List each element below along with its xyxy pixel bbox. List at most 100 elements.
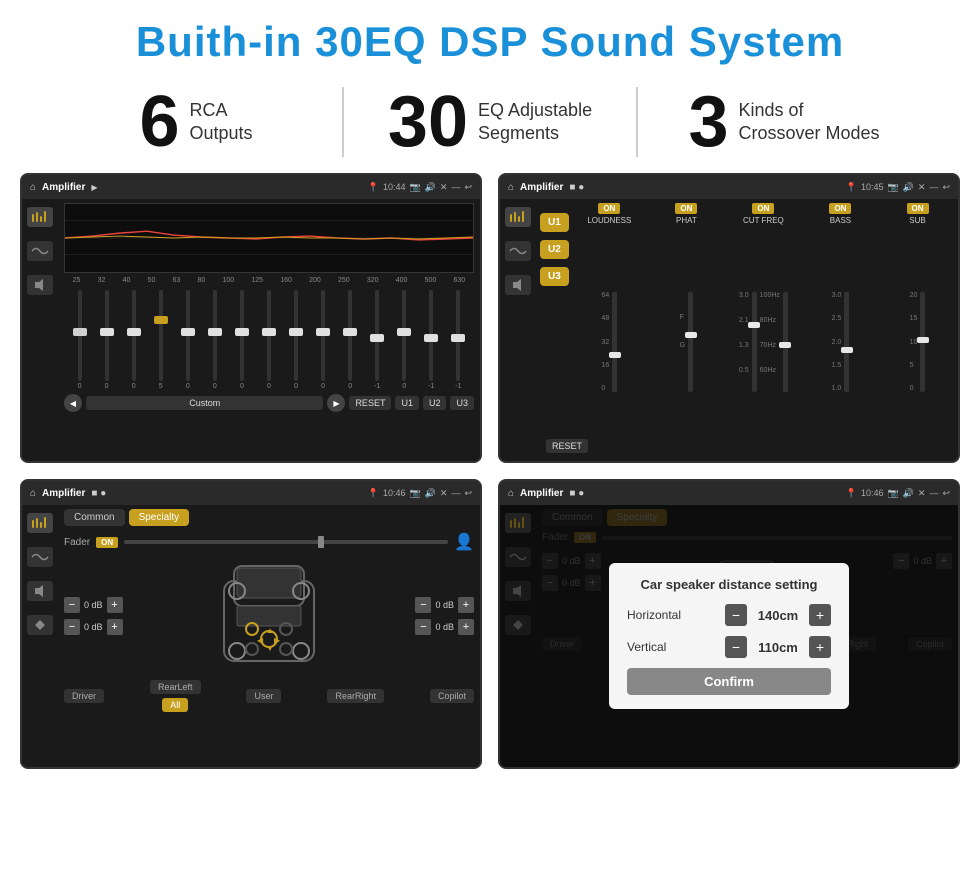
side-speaker-icon-2[interactable] bbox=[505, 275, 531, 295]
eq-slider-1[interactable]: 0 bbox=[95, 290, 118, 390]
side-speaker-icon-3[interactable] bbox=[27, 581, 53, 601]
vertical-plus[interactable]: + bbox=[809, 636, 831, 658]
back-icon-4[interactable]: ↩ bbox=[942, 488, 950, 499]
home-icon-3[interactable]: ⌂ bbox=[30, 488, 36, 499]
eq-slider-0[interactable]: 0 bbox=[68, 290, 91, 390]
tabs-row-3: Common Specialty bbox=[64, 509, 474, 526]
vol-icon-3[interactable]: 🔊 bbox=[425, 488, 436, 499]
side-wave-icon-2[interactable] bbox=[505, 241, 531, 261]
play-icon-1[interactable]: ▶ bbox=[91, 183, 97, 192]
close-icon-4[interactable]: ✕ bbox=[918, 488, 926, 499]
vol-icon-1[interactable]: 🔊 bbox=[425, 182, 436, 193]
min-icon-4[interactable]: — bbox=[929, 488, 938, 498]
eq-slider-13[interactable]: -1 bbox=[420, 290, 443, 390]
close-icon-2[interactable]: ✕ bbox=[918, 182, 926, 193]
next-btn[interactable]: ▶ bbox=[327, 394, 345, 412]
slider-freq1[interactable] bbox=[752, 292, 757, 392]
slider-loudness[interactable] bbox=[612, 292, 617, 392]
screen-crossover: ⌂ Amplifier ■ ● 📍 10:45 📷 🔊 ✕ — ↩ bbox=[498, 173, 960, 463]
vol-icon-2[interactable]: 🔊 bbox=[903, 182, 914, 193]
side-icons-2 bbox=[500, 199, 536, 461]
db-val-fl: 0 dB bbox=[84, 600, 103, 610]
side-eq-icon-3[interactable] bbox=[27, 513, 53, 533]
speaker-controls-left: − 0 dB + − 0 dB + bbox=[64, 597, 123, 635]
side-wave-icon[interactable] bbox=[27, 241, 53, 261]
eq-slider-4[interactable]: 0 bbox=[176, 290, 199, 390]
horizontal-minus[interactable]: − bbox=[725, 604, 747, 626]
vol-icon-4[interactable]: 🔊 bbox=[903, 488, 914, 499]
min-icon-3[interactable]: — bbox=[451, 488, 460, 498]
slider-bass[interactable] bbox=[844, 292, 849, 392]
user-btn[interactable]: User bbox=[246, 689, 281, 703]
copilot-btn[interactable]: Copilot bbox=[430, 689, 474, 703]
on-badge-sub[interactable]: ON bbox=[907, 203, 929, 214]
on-badge-bass[interactable]: ON bbox=[829, 203, 851, 214]
all-btn[interactable]: All bbox=[162, 698, 188, 712]
back-icon-3[interactable]: ↩ bbox=[464, 488, 472, 499]
prev-btn[interactable]: ◀ bbox=[64, 394, 82, 412]
on-badge-phat[interactable]: ON bbox=[675, 203, 697, 214]
home-icon-4[interactable]: ⌂ bbox=[508, 488, 514, 499]
back-icon-2[interactable]: ↩ bbox=[942, 182, 950, 193]
eq-slider-2[interactable]: 0 bbox=[122, 290, 145, 390]
eq-sliders: 0 0 0 5 0 0 0 0 0 0 0 -1 0 -1 -1 bbox=[64, 290, 474, 390]
reset-btn-2[interactable]: RESET bbox=[546, 439, 588, 453]
db-minus-fl[interactable]: − bbox=[64, 597, 80, 613]
home-icon-1[interactable]: ⌂ bbox=[30, 182, 36, 193]
eq-slider-3[interactable]: 5 bbox=[149, 290, 172, 390]
confirm-button[interactable]: Confirm bbox=[627, 668, 831, 695]
speaker-layout: − 0 dB + − 0 dB + bbox=[64, 556, 474, 676]
u1-btn-1[interactable]: U1 bbox=[395, 396, 419, 410]
on-badge-cutfreq[interactable]: ON bbox=[752, 203, 774, 214]
rearleft-btn[interactable]: RearLeft bbox=[150, 680, 201, 694]
side-eq-icon-2[interactable] bbox=[505, 207, 531, 227]
tab-common-3[interactable]: Common bbox=[64, 509, 125, 526]
slider-sub[interactable] bbox=[920, 292, 925, 392]
u3-btn-1[interactable]: U3 bbox=[450, 396, 474, 410]
home-icon-2[interactable]: ⌂ bbox=[508, 182, 514, 193]
eq-slider-12[interactable]: 0 bbox=[393, 290, 416, 390]
fader-on-badge[interactable]: ON bbox=[96, 537, 118, 548]
eq-slider-6[interactable]: 0 bbox=[230, 290, 253, 390]
vertical-minus[interactable]: − bbox=[725, 636, 747, 658]
side-speaker-icon[interactable] bbox=[27, 275, 53, 295]
db-plus-fl[interactable]: + bbox=[107, 597, 123, 613]
stat-crossover-number: 3 bbox=[688, 86, 728, 158]
driver-btn[interactable]: Driver bbox=[64, 689, 104, 703]
eq-slider-14[interactable]: -1 bbox=[447, 290, 470, 390]
back-icon-1[interactable]: ↩ bbox=[464, 182, 472, 193]
db-minus-fr[interactable]: − bbox=[415, 597, 431, 613]
eq-slider-10[interactable]: 0 bbox=[339, 290, 362, 390]
u2-preset[interactable]: U2 bbox=[540, 240, 569, 259]
close-icon-1[interactable]: ✕ bbox=[440, 182, 448, 193]
fader-slider[interactable] bbox=[124, 540, 448, 544]
stat-rca-number: 6 bbox=[139, 86, 179, 158]
side-expand-icon[interactable] bbox=[27, 615, 53, 635]
reset-btn-1[interactable]: RESET bbox=[349, 396, 391, 410]
crossover-content: U1 U2 U3 ON LOUDNESS 644832160 bbox=[536, 199, 958, 461]
db-plus-rl[interactable]: + bbox=[107, 619, 123, 635]
db-minus-rl[interactable]: − bbox=[64, 619, 80, 635]
db-minus-rr[interactable]: − bbox=[415, 619, 431, 635]
eq-slider-5[interactable]: 0 bbox=[203, 290, 226, 390]
close-icon-3[interactable]: ✕ bbox=[440, 488, 448, 499]
eq-slider-8[interactable]: 0 bbox=[285, 290, 308, 390]
db-plus-rr[interactable]: + bbox=[458, 619, 474, 635]
rearright-btn[interactable]: RearRight bbox=[327, 689, 384, 703]
on-badge-loudness[interactable]: ON bbox=[598, 203, 620, 214]
slider-phat[interactable] bbox=[688, 292, 693, 392]
tab-specialty-3[interactable]: Specialty bbox=[129, 509, 190, 526]
min-icon-2[interactable]: — bbox=[929, 182, 938, 192]
eq-slider-9[interactable]: 0 bbox=[312, 290, 335, 390]
eq-slider-7[interactable]: 0 bbox=[257, 290, 280, 390]
u2-btn-1[interactable]: U2 bbox=[423, 396, 447, 410]
db-plus-fr[interactable]: + bbox=[458, 597, 474, 613]
eq-slider-11[interactable]: -1 bbox=[366, 290, 389, 390]
u3-preset[interactable]: U3 bbox=[540, 267, 569, 286]
slider-freq2[interactable] bbox=[783, 292, 788, 392]
side-eq-icon[interactable] bbox=[27, 207, 53, 227]
min-icon-1[interactable]: — bbox=[451, 182, 460, 192]
u1-preset[interactable]: U1 bbox=[540, 213, 569, 232]
horizontal-plus[interactable]: + bbox=[809, 604, 831, 626]
side-wave-icon-3[interactable] bbox=[27, 547, 53, 567]
